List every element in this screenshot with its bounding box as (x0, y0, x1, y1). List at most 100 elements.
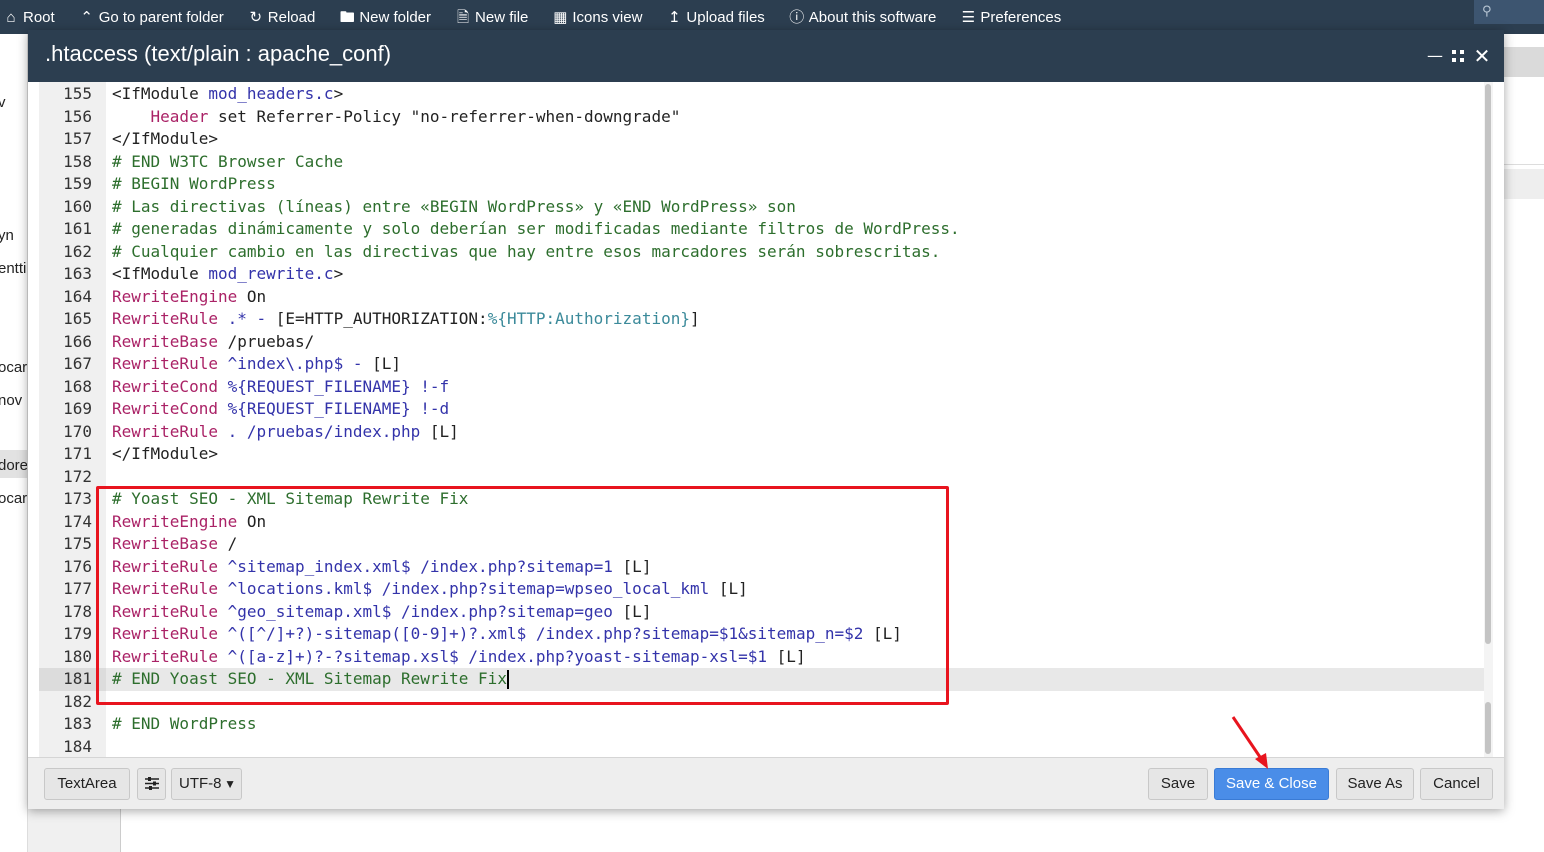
line-number: 174 (63, 511, 92, 531)
code-line[interactable]: 157 </IfModule> (39, 128, 1484, 151)
toolbar-new-file-button[interactable]: 🗎 New file (454, 9, 528, 26)
code-line[interactable]: 168 RewriteCond %{REQUEST_FILENAME} !-f (39, 376, 1484, 399)
code-line[interactable]: 172 (39, 466, 1484, 489)
line-code: RewriteBase /pruebas/ (112, 331, 314, 354)
code-token: RewriteCond (112, 376, 218, 396)
code-line[interactable]: 174 RewriteEngine On (39, 511, 1484, 534)
line-number: 172 (63, 466, 92, 486)
code-line[interactable]: 165 RewriteRule .* - [E=HTTP_AUTHORIZATIO… (39, 308, 1484, 331)
line-number: 183 (63, 714, 92, 733)
code-token: RewriteRule (112, 624, 218, 643)
code-line[interactable]: 158 # END W3TC Browser Cache (39, 151, 1484, 174)
code-line[interactable]: 163 <IfModule mod_rewrite.c> (39, 263, 1484, 286)
code-lines[interactable]: 155 <IfModule mod_headers.c> 156 Header se… (39, 83, 1484, 757)
code-token: mod_headers.c (208, 84, 334, 103)
code-line[interactable]: 180 RewriteRule ^([a-z]+)?-?sitemap.xsl$ … (39, 646, 1484, 669)
background-divider (120, 808, 121, 852)
code-line[interactable]: 171 </IfModule> (39, 443, 1484, 466)
code-line[interactable]: 177 RewriteRule ^locations.kml$ /index.ph… (39, 578, 1484, 601)
line-code: </IfModule> (112, 443, 218, 466)
cancel-button[interactable]: Cancel (1420, 768, 1493, 800)
toolbar-about-this-software-button[interactable]: ⓘ About this software (788, 8, 936, 26)
code-line[interactable]: 182 (39, 691, 1484, 714)
search-box[interactable]: ⚲ (1474, 0, 1544, 24)
editor-dialog: .htaccess (text/plain : apache_conf) — ✕… (28, 30, 1504, 809)
code-token: RewriteBase (112, 534, 218, 553)
vertical-scrollbar[interactable] (1484, 82, 1493, 757)
line-code: <IfModule mod_rewrite.c> (112, 263, 343, 286)
chevron-up-icon: ⌃ (80, 8, 93, 26)
code-line[interactable]: 173 # Yoast SEO - XML Sitemap Rewrite Fix (39, 488, 1484, 511)
upload-icon: ↥ (668, 8, 681, 26)
toolbar-icons-view-button[interactable]: ▦ Icons view (551, 9, 642, 26)
line-number: 181 (39, 668, 106, 691)
toolbar-items: ⌂ Root ⌃ Go to parent folder ↻ Reload 🖿 New fol… (0, 0, 1061, 34)
dialog-header[interactable]: .htaccess (text/plain : apache_conf) — ✕ (28, 30, 1504, 82)
line-number: 179 (63, 624, 92, 643)
line-number: 158 (63, 151, 92, 171)
maximize-icon[interactable] (1448, 46, 1468, 66)
code-line[interactable]: 183 # END WordPress (39, 713, 1484, 736)
code-token: RewriteRule (112, 309, 218, 328)
code-token: RewriteEngine (112, 511, 238, 531)
code-token: Header (150, 106, 209, 126)
home-icon: ⌂ (6, 8, 16, 26)
code-line[interactable]: 162 # Cualquier cambio en las directivas … (39, 241, 1484, 264)
code-line[interactable]: 161 # generadas dinámicamente y solo debe… (39, 218, 1484, 241)
line-code: RewriteCond %{REQUEST_FILENAME} !-f (112, 376, 449, 399)
line-number: 167 (63, 354, 92, 373)
toolbar-reload-button[interactable]: ↻ Reload (247, 9, 315, 26)
toolbar-root-button[interactable]: ⌂ Root (2, 8, 55, 26)
save-and-close-button[interactable]: Save & Close (1214, 768, 1329, 800)
line-number: 176 (63, 556, 92, 576)
code-token: [L] (873, 624, 902, 643)
encoding-select[interactable]: UTF-8 ▼ (171, 768, 242, 800)
scrollbar-thumb[interactable] (1485, 702, 1491, 754)
code-line[interactable]: 167 RewriteRule ^index\.php$ - [L] (39, 353, 1484, 376)
textarea-button[interactable]: TextArea (44, 768, 130, 800)
toolbar-item-label: Root (23, 8, 55, 26)
toolbar-upload-files-button[interactable]: ↥ Upload files (665, 8, 765, 26)
code-token: > (333, 84, 344, 103)
code-token: ^sitemap_index.xml$ /index.php?sitemap=1 (217, 556, 623, 576)
toolbar-new-folder-button[interactable]: 🖿 New folder (338, 9, 431, 26)
line-code: </IfModule> (112, 128, 218, 151)
code-line[interactable]: 164 RewriteEngine On (39, 286, 1484, 309)
code-line[interactable]: 176 RewriteRule ^sitemap_index.xml$ /inde… (39, 556, 1484, 579)
code-line[interactable]: 156 Header set Referrer-Policy "no-refer… (39, 106, 1484, 129)
line-number: 175 (63, 534, 92, 553)
code-editor[interactable]: 155 <IfModule mod_headers.c> 156 Header se… (39, 82, 1493, 757)
save-button[interactable]: Save (1148, 768, 1208, 800)
save-as-button[interactable]: Save As (1336, 768, 1414, 800)
code-token: # BEGIN WordPress (112, 174, 276, 193)
line-code: # END WordPress (112, 713, 257, 736)
code-line[interactable]: 159 # BEGIN WordPress (39, 173, 1484, 196)
minimize-icon[interactable]: — (1425, 46, 1445, 66)
background-fragment: ocar (0, 359, 28, 376)
line-number: 157 (63, 129, 92, 148)
code-line[interactable]: 178 RewriteRule ^geo_sitemap.xml$ /index.… (39, 601, 1484, 624)
background-fragment: dore (0, 457, 28, 474)
toolbar-preferences-button[interactable]: ☰ Preferences (959, 9, 1062, 26)
code-token: <IfModule (112, 84, 209, 103)
help-icon: ⓘ (789, 8, 805, 26)
toolbar-go-to-parent-folder-button[interactable]: ⌃ Go to parent folder (78, 8, 223, 26)
code-token: RewriteRule (112, 421, 218, 441)
code-line[interactable]: 166 RewriteBase /pruebas/ (39, 331, 1484, 354)
background-divider (1503, 164, 1544, 165)
code-line[interactable]: 175 RewriteBase / (39, 533, 1484, 556)
code-line[interactable]: 155 <IfModule mod_headers.c> (39, 83, 1484, 106)
editor-settings-button[interactable] (137, 768, 166, 800)
scrollbar-thumb[interactable] (1485, 84, 1491, 644)
code-line[interactable]: 181 # END Yoast SEO - XML Sitemap Rewrite… (39, 668, 1484, 691)
code-line[interactable]: 170 RewriteRule . /pruebas/index.php [L] (39, 421, 1484, 444)
code-line[interactable]: 160 # Las directivas (líneas) entre «BEGI… (39, 196, 1484, 219)
background-bar (1503, 47, 1544, 77)
line-number: 162 (63, 241, 92, 261)
background-fragment: v (0, 94, 6, 111)
code-line[interactable]: 169 RewriteCond %{REQUEST_FILENAME} !-d (39, 398, 1484, 421)
code-token: On (237, 511, 267, 531)
close-icon[interactable]: ✕ (1472, 46, 1492, 66)
code-line[interactable]: 179 RewriteRule ^([^/]+?)-sitemap([0-9]+)… (39, 623, 1484, 646)
code-line[interactable]: 184 (39, 736, 1484, 758)
